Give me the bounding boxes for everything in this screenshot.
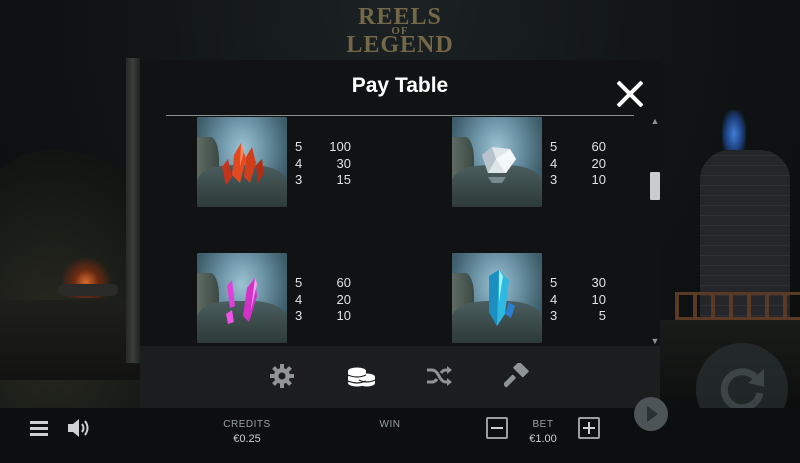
sound-icon[interactable] — [66, 416, 94, 440]
pay-row: 4 20 — [550, 155, 606, 171]
campfire-rocks — [58, 284, 118, 296]
bottom-control-bar: CREDITS €0.25 WIN BET €1.00 — [0, 408, 800, 463]
hammer-icon — [504, 363, 529, 388]
symbol-red-crystal — [197, 117, 287, 207]
symbol-pink-crystal — [197, 253, 287, 343]
pay-row: 5 60 — [550, 139, 606, 154]
wooden-fence — [675, 292, 800, 320]
pay-row: 3 15 — [295, 172, 351, 187]
pay-row: 5 30 — [550, 275, 606, 290]
bet-increase-button[interactable] — [578, 417, 600, 439]
scroll-track[interactable] — [653, 132, 657, 330]
paytable-modal: Pay Table 5 100 4 30 3 15 5 60 4 20 3 10… — [140, 60, 660, 408]
symbol-blue-crystal — [452, 253, 542, 343]
close-icon[interactable] — [614, 78, 646, 110]
reel-frame-pillar — [126, 58, 140, 363]
tab-settings[interactable] — [264, 356, 300, 396]
pay-row: 4 20 — [295, 291, 351, 307]
scroll-up-arrow-icon[interactable]: ▲ — [650, 116, 660, 126]
tower-beacon — [722, 110, 746, 150]
white-diamond-icon — [482, 147, 516, 183]
win-label: WIN — [379, 419, 401, 430]
pay-row: 5 100 — [295, 139, 351, 154]
pay-row: 3 10 — [550, 172, 606, 187]
tab-paytable[interactable] — [343, 356, 379, 396]
credits-label: CREDITS — [223, 419, 271, 430]
pay-list-blue-crystal: 5 30 4 10 35 — [546, 275, 606, 325]
modal-header: Pay Table — [140, 60, 660, 116]
pay-list-red-crystal: 5 100 4 30 3 15 — [291, 139, 351, 189]
paytable-scrollbar[interactable]: ▲ ▼ — [650, 116, 660, 346]
pay-row: 35 — [550, 308, 606, 323]
pink-crystal-icon — [226, 278, 257, 324]
pay-list-pink-crystal: 5 60 4 20 3 10 — [291, 275, 351, 325]
blue-crystal-icon — [489, 270, 515, 326]
game-logo: REELS OF LEGEND — [325, 5, 475, 58]
tab-rules[interactable] — [499, 356, 535, 396]
shuffle-icon — [427, 366, 452, 386]
gear-icon — [270, 364, 294, 388]
bet-label: BET — [532, 419, 554, 430]
pay-row: 4 30 — [295, 155, 351, 171]
pay-row: 4 10 — [550, 291, 606, 307]
red-crystal-icon — [222, 143, 264, 185]
pay-row: 5 60 — [295, 275, 351, 290]
bet-value: €1.00 — [529, 433, 557, 445]
tab-paylines[interactable] — [421, 356, 457, 396]
logo-line-3: LEGEND — [346, 32, 454, 58]
pay-list-white-diamond: 5 60 4 20 3 10 — [546, 139, 606, 189]
credits-value: €0.25 — [233, 433, 261, 445]
paytable-content: 5 100 4 30 3 15 5 60 4 20 3 10 5 60 4 20… — [166, 116, 644, 346]
menu-icon[interactable] — [30, 421, 48, 437]
scroll-down-arrow-icon[interactable]: ▼ — [650, 336, 660, 346]
modal-title: Pay Table — [351, 74, 449, 97]
coins-icon — [347, 367, 376, 387]
pay-row: 3 10 — [295, 308, 351, 323]
info-tab-bar — [140, 346, 660, 408]
symbol-white-diamond — [452, 117, 542, 207]
autoplay-button[interactable] — [634, 397, 668, 431]
scroll-thumb[interactable] — [650, 172, 660, 200]
bet-decrease-button[interactable] — [486, 417, 508, 439]
